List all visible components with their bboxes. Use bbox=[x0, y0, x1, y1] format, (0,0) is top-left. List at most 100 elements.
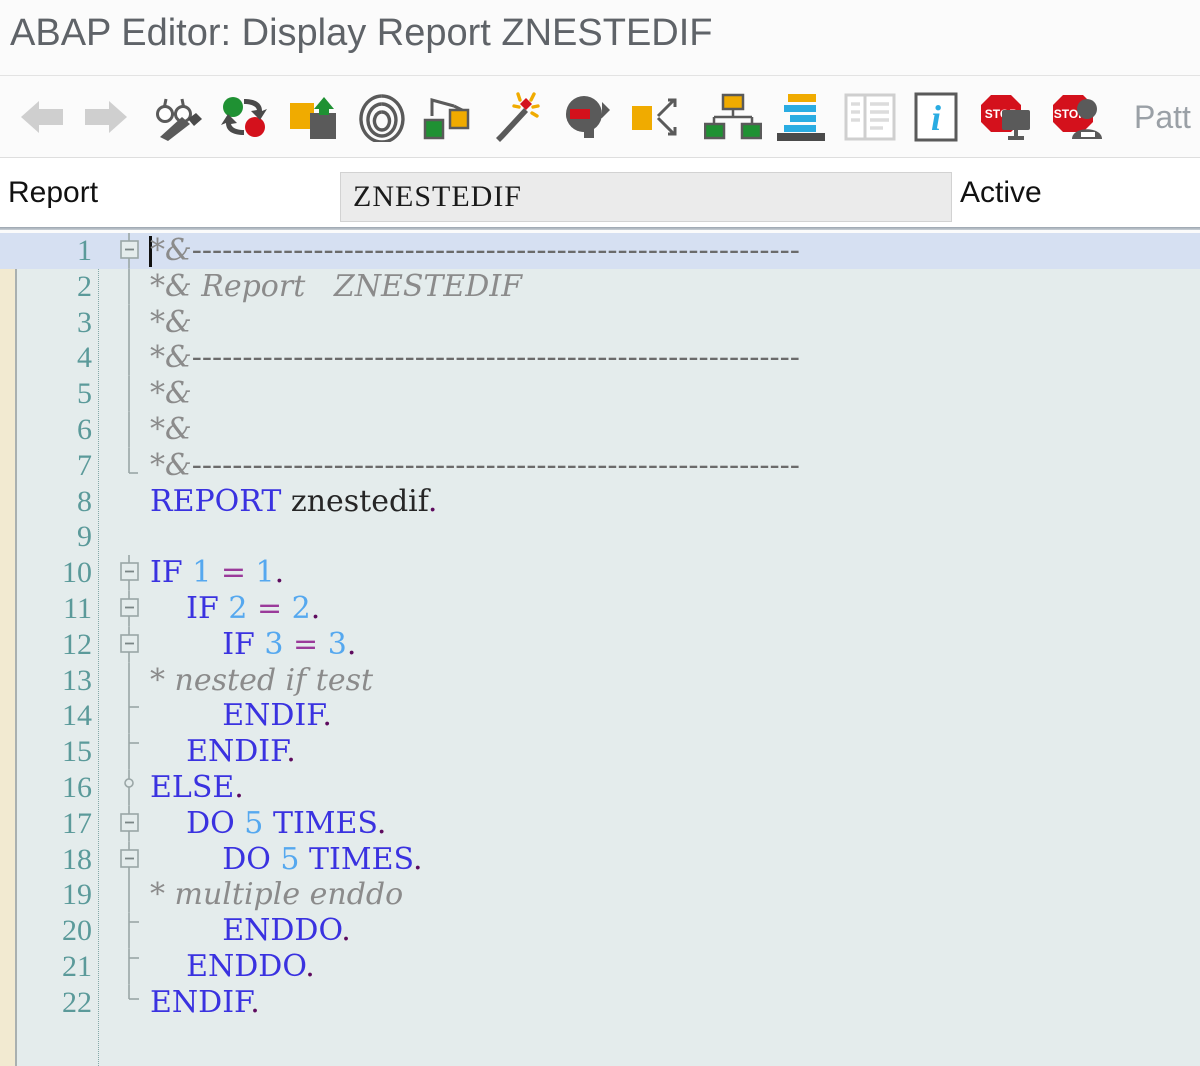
code-line[interactable]: 12IF 3 = 3. bbox=[0, 627, 1200, 663]
code-line[interactable]: 5*& bbox=[0, 376, 1200, 412]
code-line[interactable]: 8 REPORT znestedif. bbox=[0, 484, 1200, 520]
code-line[interactable]: 13* nested if test bbox=[0, 663, 1200, 699]
pattern-button-label[interactable]: Patt bbox=[1134, 76, 1191, 158]
back-arrow-icon[interactable] bbox=[14, 76, 70, 158]
code-line[interactable]: 22ENDIF. bbox=[0, 985, 1200, 1021]
report-name-input[interactable]: ZNESTEDIF bbox=[340, 172, 952, 222]
fold-marker-box-minus[interactable] bbox=[118, 555, 150, 591]
information-icon[interactable]: i bbox=[906, 76, 966, 158]
token-dot: . bbox=[305, 949, 315, 984]
code-line[interactable]: 17DO 5 TIMES. bbox=[0, 806, 1200, 842]
fold-marker-bar-end bbox=[118, 448, 150, 484]
object-hierarchy-icon[interactable] bbox=[702, 76, 764, 158]
fold-marker-box-minus[interactable] bbox=[118, 842, 150, 878]
token-kw: IF bbox=[150, 555, 183, 590]
svg-text:i: i bbox=[931, 98, 941, 138]
code-line-text: ENDIF. bbox=[150, 985, 260, 1021]
code-line[interactable]: 9 bbox=[0, 519, 1200, 555]
token-kw: ENDIF bbox=[222, 698, 322, 733]
token-dot: . bbox=[413, 842, 423, 877]
code-line[interactable]: 4 *&-------------------------------------… bbox=[0, 340, 1200, 376]
report-label: Report bbox=[8, 176, 98, 210]
code-line[interactable]: 6 *& bbox=[0, 412, 1200, 448]
token-dash: ----------------------------------------… bbox=[192, 340, 800, 375]
token-dot: . bbox=[311, 591, 321, 626]
code-line-text: DO 5 TIMES. bbox=[186, 806, 386, 842]
code-line[interactable]: 7*&-------------------------------------… bbox=[0, 448, 1200, 484]
code-line[interactable]: 21ENDDO. bbox=[0, 949, 1200, 985]
fold-marker-box-minus[interactable] bbox=[118, 806, 150, 842]
fold-marker-box-minus[interactable] bbox=[118, 591, 150, 627]
token-kw: DO bbox=[222, 842, 271, 877]
code-line-text: REPORT znestedif. bbox=[150, 484, 437, 520]
fold-marker-bar bbox=[118, 376, 150, 412]
pretty-printer-wand-icon[interactable] bbox=[490, 76, 550, 158]
line-number: 4 bbox=[0, 340, 92, 376]
code-line-text: *& bbox=[150, 412, 192, 448]
code-line[interactable]: 2*& Report ZNESTEDIF bbox=[0, 269, 1200, 305]
code-line-text: *&--------------------------------------… bbox=[150, 340, 800, 376]
token-id bbox=[318, 627, 328, 662]
code-line[interactable]: 19 * multiple enddo bbox=[0, 877, 1200, 913]
line-number: 18 bbox=[0, 842, 92, 878]
token-kw: TIMES bbox=[309, 842, 413, 877]
token-kw: IF bbox=[186, 591, 219, 626]
token-dot: . bbox=[322, 698, 332, 733]
code-line[interactable]: 10IF 1 = 1. bbox=[0, 555, 1200, 591]
code-line[interactable]: 16ELSE. bbox=[0, 770, 1200, 806]
activate-icon[interactable] bbox=[284, 76, 346, 158]
where-used-list-icon[interactable] bbox=[420, 76, 482, 158]
code-line[interactable]: 20ENDDO. bbox=[0, 913, 1200, 949]
line-number: 6 bbox=[0, 412, 92, 448]
code-line-list[interactable]: 1*&-------------------------------------… bbox=[0, 233, 1200, 1066]
fold-marker-bar bbox=[118, 412, 150, 448]
line-number: 8 bbox=[0, 484, 92, 520]
token-kw: ENDDO bbox=[186, 949, 305, 984]
token-id bbox=[263, 806, 273, 841]
spiral-pattern-icon[interactable] bbox=[352, 76, 412, 158]
fold-marker-none bbox=[118, 519, 150, 555]
check-syntax-icon[interactable] bbox=[216, 76, 276, 158]
token-kw: IF bbox=[222, 627, 255, 662]
line-number: 19 bbox=[0, 877, 92, 913]
token-kw: TIMES bbox=[273, 806, 377, 841]
code-line-text: ENDDO. bbox=[222, 913, 351, 949]
token-kw: ELSE bbox=[150, 770, 234, 805]
token-id bbox=[281, 484, 291, 519]
token-dot: . bbox=[377, 806, 387, 841]
display-change-glasses-pencil-icon[interactable] bbox=[150, 76, 210, 158]
insert-statement-icon[interactable] bbox=[558, 76, 618, 158]
token-id bbox=[271, 842, 281, 877]
outline-navigate-icon[interactable] bbox=[628, 76, 688, 158]
token-dot: . bbox=[286, 734, 296, 769]
token-id bbox=[255, 627, 265, 662]
main-toolbar: i STOP STOP Patt bbox=[0, 76, 1200, 158]
code-line-text: ENDIF. bbox=[186, 734, 296, 770]
token-kw: DO bbox=[186, 806, 235, 841]
forward-arrow-icon[interactable] bbox=[78, 76, 134, 158]
fold-marker-box-minus[interactable] bbox=[118, 627, 150, 663]
code-line[interactable]: 3*& bbox=[0, 305, 1200, 341]
code-editor[interactable]: 1*&-------------------------------------… bbox=[0, 233, 1200, 1066]
breakpoint-stop-display-icon[interactable]: STOP bbox=[976, 76, 1038, 158]
documentation-columns-icon[interactable] bbox=[840, 76, 900, 158]
code-line[interactable]: 18DO 5 TIMES. bbox=[0, 842, 1200, 878]
line-number: 3 bbox=[0, 305, 92, 341]
token-dash: ----------------------------------------… bbox=[192, 448, 800, 483]
token-num: 5 bbox=[244, 806, 263, 841]
code-line-text: * nested if test bbox=[150, 663, 373, 699]
split-screen-icon[interactable] bbox=[772, 76, 832, 158]
page-title: ABAP Editor: Display Report ZNESTEDIF bbox=[10, 12, 713, 55]
breakpoint-stop-user-icon[interactable]: STOP bbox=[1048, 76, 1110, 158]
code-line[interactable]: 14ENDIF. bbox=[0, 698, 1200, 734]
code-line-text: * multiple enddo bbox=[150, 877, 403, 913]
token-id bbox=[247, 591, 257, 626]
token-kw: ENDIF bbox=[150, 985, 250, 1020]
code-line[interactable]: 1*&-------------------------------------… bbox=[0, 233, 1200, 269]
code-line[interactable]: 15ENDIF. bbox=[0, 734, 1200, 770]
fold-marker-box-minus[interactable] bbox=[118, 233, 150, 269]
code-line[interactable]: 11IF 2 = 2. bbox=[0, 591, 1200, 627]
code-line-text: IF 1 = 1. bbox=[150, 555, 284, 591]
token-id bbox=[284, 627, 294, 662]
token-kw: ENDDO bbox=[222, 913, 341, 948]
